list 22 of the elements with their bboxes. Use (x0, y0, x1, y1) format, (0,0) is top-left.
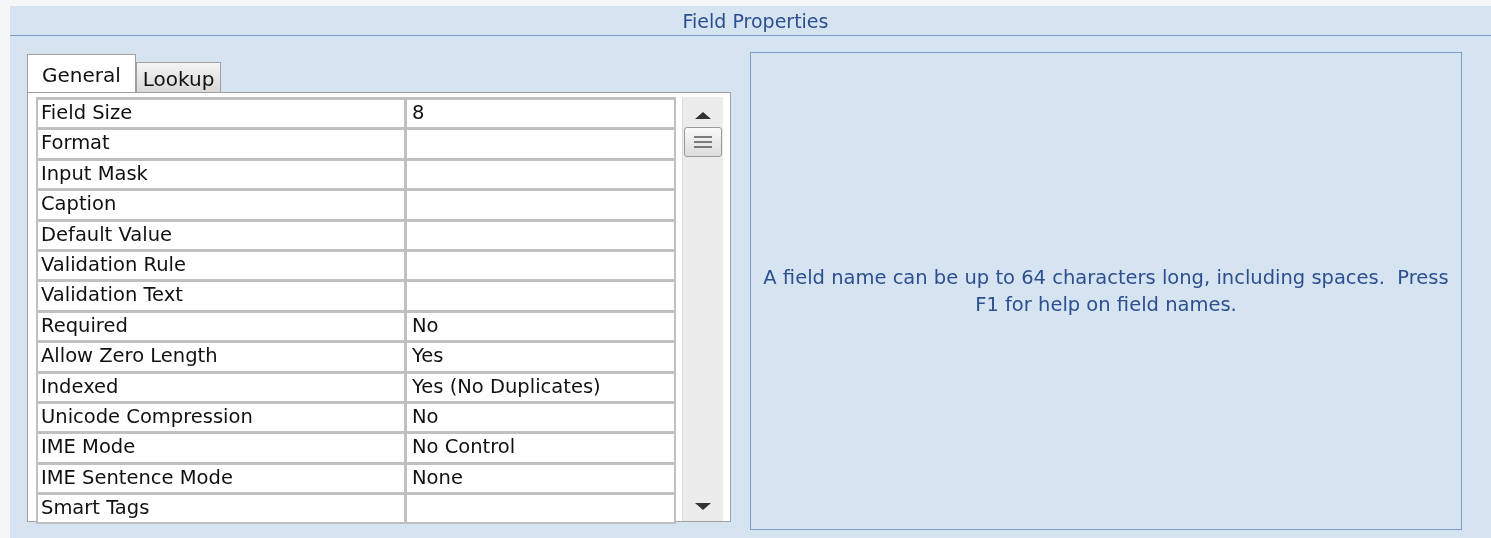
property-value[interactable] (407, 127, 674, 158)
property-name: Format (38, 127, 407, 158)
property-value[interactable] (407, 188, 674, 219)
tab[interactable]: Lookup (135, 62, 222, 92)
property-name: Smart Tags (38, 492, 407, 523)
help-text: A field name can be up to 64 characters long, including spaces. Press F1 for help on field names. (762, 265, 1450, 318)
property-value[interactable]: No Control (407, 431, 674, 462)
scroll-up-icon[interactable] (694, 111, 712, 119)
scroll-thumb[interactable] (684, 127, 722, 157)
property-name: Validation Text (38, 279, 407, 310)
tab[interactable]: General (27, 54, 136, 92)
property-value[interactable]: 8 (407, 97, 674, 128)
scroll-down-icon[interactable] (694, 503, 712, 511)
property-value[interactable] (407, 492, 674, 523)
scrollbar[interactable] (682, 97, 723, 521)
property-value[interactable]: Yes (407, 340, 674, 371)
property-value[interactable] (407, 279, 674, 310)
panel-title: Field Properties (681, 9, 829, 32)
property-name: Allow Zero Length (38, 340, 407, 371)
property-name: IME Mode (38, 431, 407, 462)
property-name: Caption (38, 188, 407, 219)
property-name: Field Size (38, 97, 407, 128)
